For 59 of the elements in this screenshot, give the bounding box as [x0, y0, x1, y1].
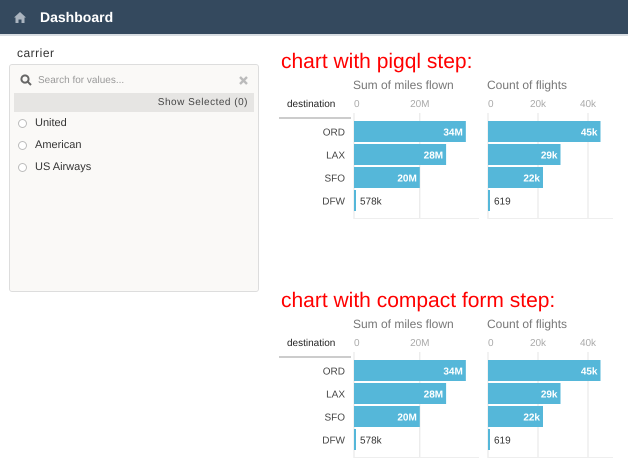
bar	[354, 167, 420, 188]
row-label: LAX	[326, 150, 345, 162]
search-icon	[20, 74, 32, 86]
value-label: 28M	[424, 390, 444, 400]
row-label: DFW	[322, 436, 345, 446]
section-title: chart with pigql step:	[281, 50, 474, 74]
chart-title: Sum of miles flown	[353, 78, 455, 94]
tick-label: 40k	[580, 99, 596, 110]
value-label: 29k	[540, 150, 558, 162]
row-label: DFW	[322, 196, 345, 208]
tick-label: 20M	[410, 99, 430, 110]
tick-label: 20k	[530, 338, 546, 349]
section-title: chart with compact form step:	[281, 289, 556, 313]
value-label: 578k	[360, 196, 382, 208]
tick-label: 20k	[530, 99, 546, 110]
row-label: SFO	[324, 174, 345, 184]
value-label: 29k	[540, 390, 558, 400]
value-label: 20M	[397, 412, 417, 424]
chart-title: Sum of miles flown	[353, 317, 455, 333]
bar	[488, 406, 543, 427]
bar	[488, 167, 543, 188]
value-label: 20M	[397, 174, 417, 184]
value-label: 22k	[523, 174, 540, 184]
tick-label: 0	[354, 99, 360, 110]
value-label: 34M	[443, 366, 463, 378]
chart-title: Count of flights	[487, 78, 568, 94]
clear-icon[interactable]	[239, 76, 248, 84]
tick-label: 40k	[580, 338, 596, 349]
option-label[interactable]: US Airways	[35, 161, 92, 173]
tick-label: 0	[488, 99, 494, 110]
dashboard-title: Dashboard	[40, 9, 114, 25]
radio-button[interactable]	[18, 162, 27, 172]
show-selected-button[interactable]: Show Selected (0)	[14, 93, 254, 112]
tick-label: 20M	[410, 338, 430, 349]
row-label: ORD	[322, 366, 345, 378]
option-label[interactable]: United	[35, 117, 67, 129]
row-label: SFO	[324, 412, 345, 424]
column-header: destination	[287, 338, 336, 349]
value-label: 619	[494, 436, 511, 446]
value-label: 28M	[424, 150, 444, 162]
value-label: 45k	[580, 366, 598, 378]
value-label: 34M	[443, 128, 463, 138]
value-label: 619	[494, 196, 511, 208]
chart-title: Count of flights	[487, 317, 568, 333]
home-icon[interactable]	[14, 12, 26, 22]
row-label: LAX	[326, 390, 345, 400]
row-label: ORD	[322, 128, 345, 138]
column-header: destination	[287, 99, 336, 110]
filter-label: carrier	[17, 46, 55, 60]
radio-button[interactable]	[18, 140, 27, 150]
tick-label: 0	[488, 338, 494, 349]
search-field[interactable]: Search for values...	[38, 72, 233, 88]
value-label: 578k	[360, 436, 382, 446]
value-label: 45k	[580, 128, 598, 138]
tick-label: 0	[354, 338, 360, 349]
option-label[interactable]: American	[35, 139, 82, 151]
value-label: 22k	[523, 412, 540, 424]
radio-button[interactable]	[18, 118, 27, 128]
bar	[354, 406, 420, 427]
